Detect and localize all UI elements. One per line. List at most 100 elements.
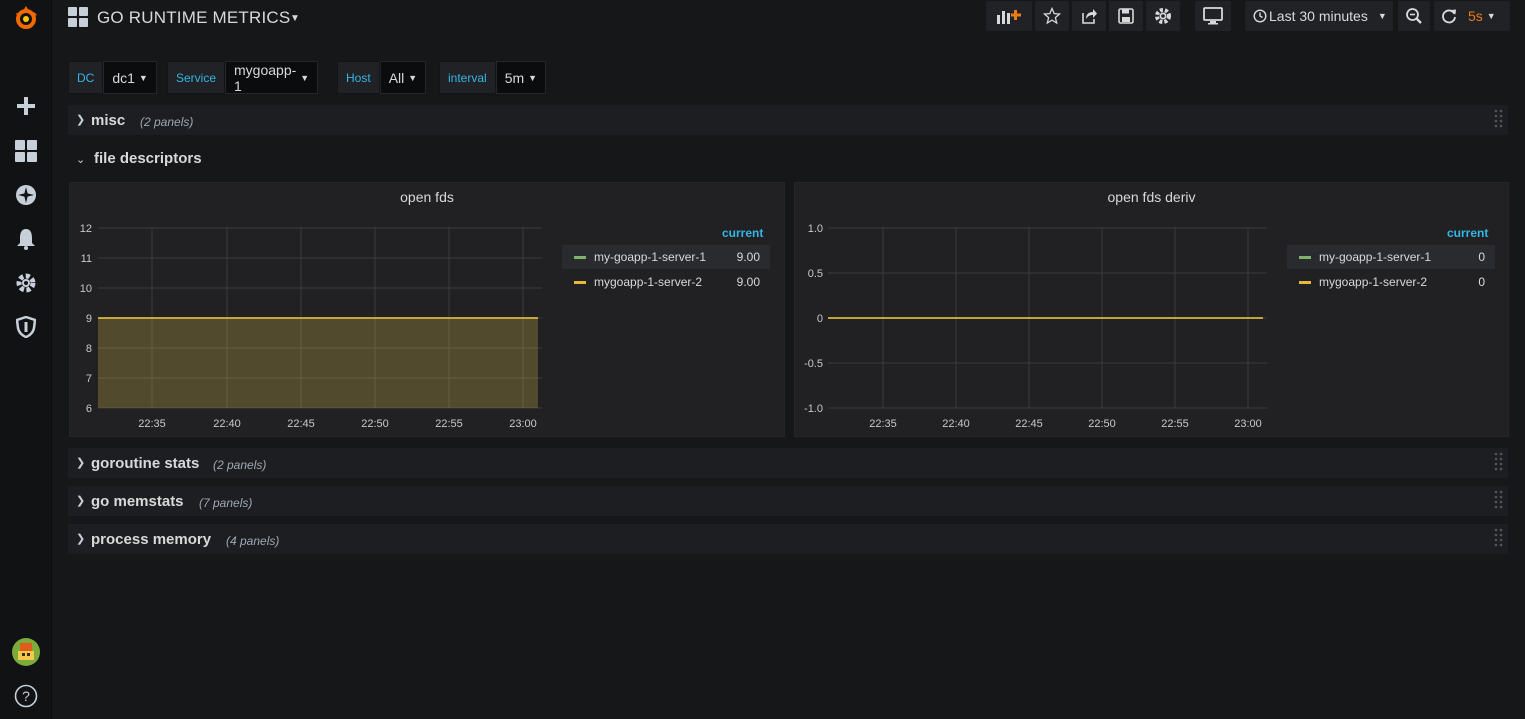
row-file-descriptors[interactable]: ⌄ file descriptors — [68, 143, 1508, 173]
variable-dropdown[interactable]: mygoapp-1 ▼ — [225, 61, 319, 94]
x-tick-label: 22:40 — [213, 418, 241, 430]
legend-series-name: mygoapp-1-server-2 — [1319, 275, 1428, 289]
time-range-label: Last 30 minutes — [1269, 8, 1368, 24]
chevron-right-icon: ❯ — [76, 533, 86, 545]
caret-down-icon: ▼ — [300, 72, 310, 83]
chevron-right-icon: ❯ — [76, 114, 86, 126]
legend-header[interactable]: current — [1447, 226, 1488, 240]
tv-mode-button[interactable] — [1195, 1, 1231, 31]
x-tick-label: 22:35 — [138, 418, 166, 430]
add-panel-icon — [997, 10, 1021, 24]
grafana-logo-icon[interactable] — [0, 0, 52, 36]
refresh-interval[interactable]: 5s — [1468, 8, 1483, 24]
y-tick-label: 11 — [81, 253, 92, 265]
series-area — [98, 318, 538, 408]
variable-value: mygoapp-1 — [234, 61, 297, 94]
compass-icon[interactable] — [0, 177, 52, 213]
legend-header[interactable]: current — [722, 226, 763, 240]
variable-service: Service mygoapp-1 ▼ — [167, 61, 319, 94]
y-tick-label: 6 — [86, 403, 92, 415]
legend-item[interactable]: my-goapp-1-server-1 9.00 — [562, 245, 770, 269]
row-panel-count: (2 panels) — [140, 115, 194, 129]
x-tick-label: 22:45 — [1015, 418, 1043, 430]
variable-label: interval — [439, 61, 496, 94]
settings-button[interactable] — [1146, 1, 1180, 31]
legend-series-name: mygoapp-1-server-2 — [594, 275, 703, 289]
caret-down-icon: ▼ — [528, 72, 538, 83]
bell-icon[interactable] — [0, 221, 52, 257]
legend-item[interactable]: my-goapp-1-server-1 0 — [1287, 245, 1495, 269]
add-panel-button[interactable] — [986, 1, 1032, 31]
chevron-right-icon: ❯ — [76, 457, 86, 469]
dashboard-title[interactable]: GO RUNTIME METRICS — [97, 8, 290, 28]
x-tick-label: 22:50 — [361, 418, 389, 430]
variable-label: Service — [167, 61, 226, 94]
gear-icon[interactable] — [0, 265, 52, 301]
legend-swatch — [574, 280, 586, 284]
drag-handle-icon[interactable] — [1494, 109, 1504, 131]
row-title: misc — [91, 112, 126, 129]
y-tick-label: 10 — [80, 283, 92, 295]
panel-open-fds: open fds 12 11 10 9 8 7 6 22:35 22:40 22:45 22:50 2… — [69, 182, 785, 437]
save-button[interactable] — [1109, 1, 1143, 31]
y-tick-label: 9 — [86, 313, 92, 325]
row-title: process memory — [91, 531, 212, 548]
row-process-memory[interactable]: ❯ process memory (4 panels) — [68, 524, 1508, 554]
plus-icon[interactable] — [0, 88, 52, 124]
sidebar: ? — [0, 0, 52, 719]
row-panel-count: (2 panels) — [213, 458, 267, 472]
legend-current-value: 0 — [1478, 275, 1485, 289]
variable-label: DC — [68, 61, 104, 94]
y-tick-label: 8 — [86, 343, 92, 355]
chart-open-fds: 12 11 10 9 8 7 6 22:35 22:40 22:45 22:50 22:55 23:00 — [80, 223, 542, 430]
row-title: go memstats — [91, 493, 184, 510]
zoom-out-button[interactable] — [1398, 1, 1430, 31]
legend-current-value: 0 — [1478, 250, 1485, 264]
row-panel-count: (7 panels) — [199, 496, 253, 510]
y-tick-label: 0.5 — [808, 268, 823, 280]
caret-down-icon: ▼ — [138, 72, 148, 83]
drag-handle-icon[interactable] — [1494, 490, 1504, 512]
variable-interval: interval 5m ▼ — [439, 61, 547, 94]
x-tick-label: 22:50 — [1088, 418, 1116, 430]
row-misc[interactable]: ❯ misc (2 panels) — [68, 105, 1508, 135]
time-picker-button[interactable]: Last 30 minutes ▼ — [1245, 1, 1393, 31]
variable-dropdown[interactable]: 5m ▼ — [495, 61, 547, 94]
legend-item[interactable]: mygoapp-1-server-2 9.00 — [562, 270, 770, 294]
row-go-memstats[interactable]: ❯ go memstats (7 panels) — [68, 486, 1508, 516]
y-tick-label: -1.0 — [804, 403, 823, 415]
variable-dropdown[interactable]: All ▼ — [379, 61, 427, 94]
legend-swatch — [1299, 280, 1311, 284]
legend-swatch — [1299, 255, 1311, 259]
variable-dropdown[interactable]: dc1 ▼ — [103, 61, 157, 94]
shield-icon[interactable] — [0, 309, 52, 345]
x-tick-label: 23:00 — [1234, 418, 1262, 430]
save-icon — [1118, 8, 1134, 24]
x-tick-label: 22:45 — [287, 418, 315, 430]
legend-item[interactable]: mygoapp-1-server-2 0 — [1287, 270, 1495, 294]
variable-value: All — [388, 69, 405, 86]
share-button[interactable] — [1072, 1, 1106, 31]
dashboards-icon[interactable] — [0, 133, 52, 169]
y-tick-label: 0 — [817, 313, 823, 325]
legend-current-value: 9.00 — [736, 275, 760, 289]
row-goroutine-stats[interactable]: ❯ goroutine stats (2 panels) — [68, 448, 1508, 478]
svg-text:?: ? — [22, 688, 30, 704]
legend-series-name: my-goapp-1-server-1 — [594, 250, 707, 264]
refresh-button[interactable]: 5s ▼ — [1434, 1, 1510, 31]
dashboard-grid-icon[interactable] — [68, 7, 88, 27]
variable-value: dc1 — [112, 69, 135, 86]
caret-down-icon[interactable]: ▼ — [290, 13, 300, 24]
y-tick-label: -0.5 — [804, 358, 823, 370]
drag-handle-icon[interactable] — [1494, 452, 1504, 474]
drag-handle-icon[interactable] — [1494, 528, 1504, 550]
star-button[interactable] — [1035, 1, 1069, 31]
panel-open-fds-deriv: open fds deriv 1.0 0.5 0 -0.5 -1.0 22:35 22:40… — [794, 182, 1509, 437]
variable-dc: DC dc1 ▼ — [68, 61, 157, 94]
help-icon[interactable]: ? — [0, 678, 52, 714]
avatar[interactable] — [0, 634, 52, 670]
zoom-out-icon — [1406, 8, 1422, 24]
x-tick-label: 22:40 — [942, 418, 970, 430]
x-tick-label: 23:00 — [509, 418, 537, 430]
row-title: file descriptors — [94, 150, 202, 167]
